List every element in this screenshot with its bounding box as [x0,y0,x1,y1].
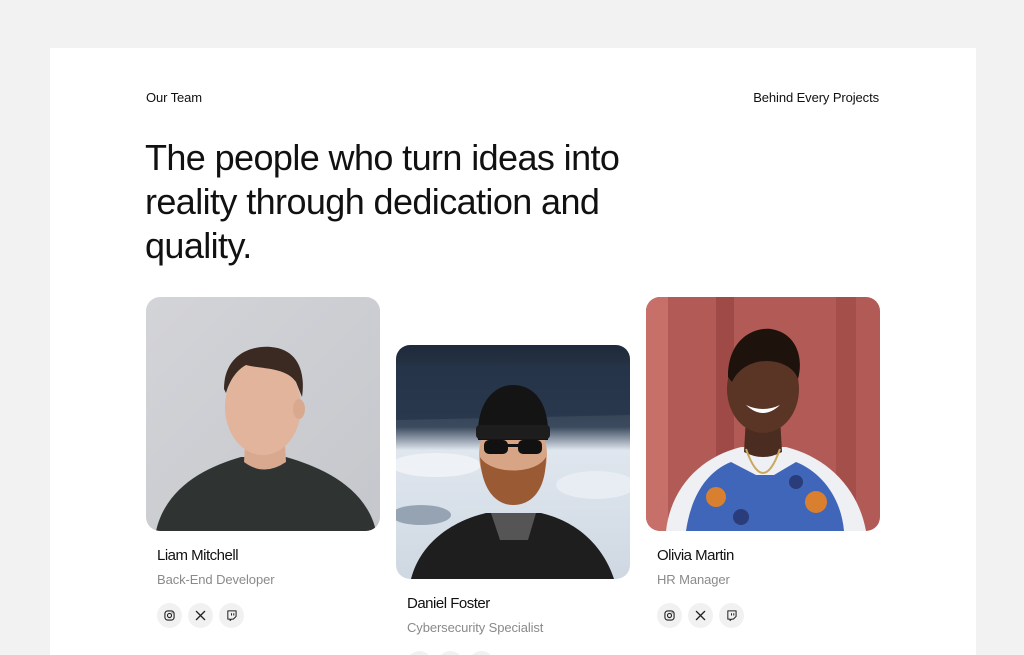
x-icon [195,610,206,621]
section-headline: The people who turn ideas into reality t… [145,137,620,266]
team-card-liam: Liam Mitchell Back-End Developer [146,297,380,628]
instagram-link[interactable] [157,603,182,628]
instagram-icon [164,610,175,621]
portrait-image [646,297,880,531]
social-links [657,603,880,628]
section-tagline: Behind Every Projects [753,90,879,105]
portrait-image [396,345,630,579]
member-role: Cybersecurity Specialist [407,620,544,635]
member-photo [396,345,630,579]
portrait-image [146,297,380,531]
member-role: HR Manager [657,572,730,587]
social-links [407,651,630,655]
member-photo [646,297,880,531]
instagram-icon [664,610,675,621]
member-name: Daniel Foster [407,595,490,612]
section-eyebrow: Our Team [146,90,203,105]
x-link[interactable] [438,651,463,655]
team-section: Our Team Behind Every Projects The peopl… [50,48,976,655]
member-photo [146,297,380,531]
instagram-link[interactable] [657,603,682,628]
instagram-link[interactable] [407,651,432,655]
x-link[interactable] [688,603,713,628]
x-link[interactable] [188,603,213,628]
team-card-olivia: Olivia Martin HR Manager [646,297,880,628]
twitch-icon [727,610,737,621]
member-role: Back-End Developer [157,572,275,587]
team-card-daniel: Daniel Foster Cybersecurity Specialist [396,345,630,655]
twitch-icon [227,610,237,621]
twitch-link[interactable] [719,603,744,628]
twitch-link[interactable] [469,651,494,655]
twitch-link[interactable] [219,603,244,628]
member-name: Liam Mitchell [157,547,239,564]
member-name: Olivia Martin [657,547,734,564]
x-icon [695,610,706,621]
social-links [157,603,380,628]
